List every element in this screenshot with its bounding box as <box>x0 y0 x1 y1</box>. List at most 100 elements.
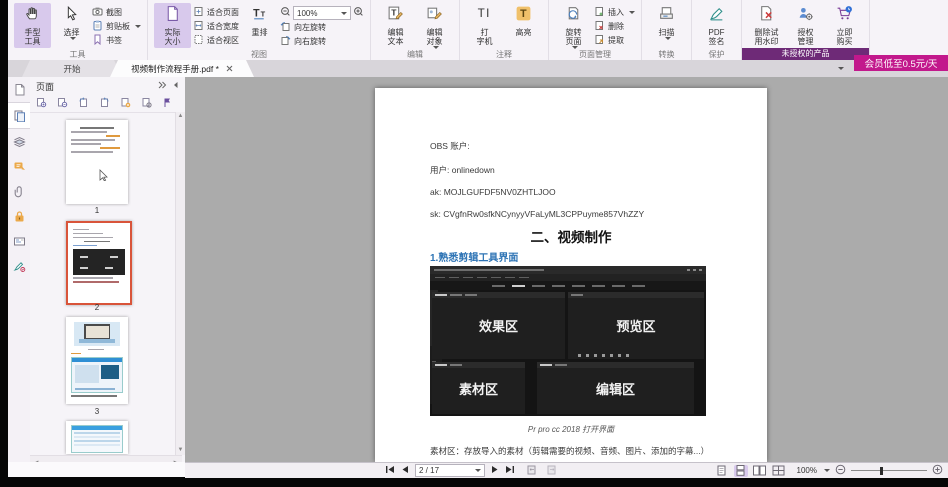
security-panel-icon[interactable] <box>8 204 30 229</box>
page-settings-icon[interactable] <box>141 95 152 113</box>
rotate-page-left-icon[interactable] <box>78 95 89 113</box>
pdf-sign-button[interactable]: PDF 签名 <box>698 3 735 48</box>
rotate-right-icon <box>280 35 291 48</box>
edit-object-button[interactable]: 编辑 对象 <box>416 3 453 49</box>
tab-home[interactable]: 开始 <box>22 60 122 77</box>
close-tab-icon[interactable] <box>226 64 233 74</box>
next-page-icon[interactable] <box>491 465 499 476</box>
svg-text:I: I <box>486 7 489 20</box>
continuous-view-icon[interactable] <box>733 464 748 477</box>
previous-view-icon[interactable] <box>527 465 539 477</box>
collapse-panel-icon[interactable] <box>172 81 179 91</box>
thumbnails-vertical-scrollbar[interactable]: ▲ ▼ <box>175 112 185 455</box>
embedded-screenshot-figure: 效果区 预览区 素材区 编辑区 <box>430 266 706 416</box>
layers-panel-icon[interactable] <box>8 129 30 154</box>
chevron-down-icon <box>664 37 671 40</box>
figure-editing-panel: 编辑区 <box>537 362 694 414</box>
scroll-up-icon[interactable]: ▲ <box>177 113 184 120</box>
document-canvas[interactable]: OBS 账户: 用户: onlinedown ak: MOJLGUFDF5NV0… <box>185 77 948 462</box>
insert-page-panel-icon[interactable] <box>120 95 131 113</box>
license-management-button[interactable]: 授权 管理 <box>787 3 824 48</box>
mark-pages-icon[interactable] <box>162 95 173 113</box>
shopping-cart-icon <box>836 5 853 27</box>
zoom-slider[interactable] <box>851 465 927 477</box>
page-number-input[interactable]: 2 / 17 <box>415 464 485 477</box>
facing-continuous-view-icon[interactable] <box>772 465 786 477</box>
ribbon-group-edit: T 编辑 文本 编辑 对象 编辑 <box>371 0 460 60</box>
thumbnail-page-2-selected[interactable] <box>66 221 132 305</box>
reflow-button[interactable]: TT 重排 <box>241 3 278 48</box>
rotate-left-icon <box>280 21 291 34</box>
rotate-pages-button[interactable]: 旋转 页面 <box>555 3 592 49</box>
zoom-in-circle-icon[interactable] <box>932 464 943 477</box>
buy-now-button[interactable]: 立即 购买 <box>826 3 863 48</box>
thumbnail-page-3[interactable] <box>66 317 128 404</box>
clipboard-button[interactable]: 剪贴板 <box>92 20 141 33</box>
edit-text-button[interactable]: T 编辑 文本 <box>377 3 414 48</box>
remove-watermark-icon <box>758 5 775 27</box>
snapshot-button[interactable]: 截图 <box>92 6 141 19</box>
rotate-page-right-icon[interactable] <box>99 95 110 113</box>
chevron-down-icon <box>629 11 635 14</box>
doc-line-sk: sk: CVgfnRw0sfkNCynyyVFaLyML3CPPuyme857V… <box>430 209 645 219</box>
ribbon-group-tools: 手型 工具 选择 截图 剪贴板 书签 工具 <box>8 0 148 60</box>
bookmark-button[interactable]: 书签 <box>92 34 141 47</box>
next-view-icon[interactable] <box>545 465 557 477</box>
extract-page-button[interactable]: 提取 <box>594 34 635 47</box>
fit-visible-button[interactable]: 适合视区 <box>193 34 239 47</box>
bookmarks-panel-icon[interactable] <box>8 77 30 102</box>
fields-panel-icon[interactable] <box>8 229 30 254</box>
zoom-in-icon[interactable] <box>353 4 364 22</box>
single-page-view-icon[interactable] <box>715 465 729 477</box>
page-small-buttons: 插入 删除 提取 <box>594 3 635 48</box>
enlarge-thumbnails-icon[interactable] <box>36 95 47 113</box>
last-page-icon[interactable] <box>505 465 515 476</box>
rotate-right-button[interactable]: 向右旋转 <box>280 35 364 48</box>
delete-page-icon <box>594 20 605 33</box>
select-tool-button[interactable]: 选择 <box>53 3 90 48</box>
edit-object-icon <box>426 5 443 27</box>
pages-panel-toolbar <box>30 95 185 113</box>
hand-tool-button[interactable]: 手型 工具 <box>14 3 51 48</box>
comments-panel-icon[interactable] <box>8 154 30 179</box>
insert-page-icon <box>594 6 605 19</box>
scroll-down-icon[interactable]: ▼ <box>177 447 184 454</box>
fit-page-button[interactable]: 适合页面 <box>193 6 239 19</box>
tab-document[interactable]: 视频制作流程手册.pdf * <box>110 60 254 77</box>
chevron-down-icon <box>135 25 141 28</box>
group-label-unlicensed: 未授权的产品 <box>742 48 869 60</box>
previous-page-icon[interactable] <box>401 465 409 476</box>
thumbnail-page-4[interactable] <box>66 421 128 454</box>
insert-page-button[interactable]: 插入 <box>594 6 635 19</box>
rotate-left-button[interactable]: 向左旋转 <box>280 21 364 34</box>
rotate-pages-icon <box>565 5 582 27</box>
zoom-out-circle-icon[interactable] <box>835 464 846 477</box>
highlight-button[interactable]: T 高亮 <box>505 3 542 48</box>
thumbnail-page-1[interactable] <box>66 120 128 204</box>
remove-watermark-button[interactable]: 删除试 用水印 <box>748 3 785 48</box>
attachments-panel-icon[interactable] <box>8 179 30 204</box>
reduce-thumbnails-icon[interactable] <box>57 95 68 113</box>
zoom-out-icon[interactable] <box>280 4 291 22</box>
zoom-rotate-controls: 100% 向左旋转 向右旋转 <box>280 3 364 48</box>
actual-size-button[interactable]: 实际 大小 <box>154 3 191 48</box>
scan-button[interactable]: 扫描 <box>648 3 685 48</box>
membership-promo-badge[interactable]: 会员低至0.5元/天 <box>854 55 948 71</box>
page-navigation: 2 / 17 <box>385 464 557 477</box>
tab-list-dropdown-icon[interactable] <box>838 67 844 70</box>
delete-page-button[interactable]: 删除 <box>594 20 635 33</box>
zoom-level-input[interactable]: 100% <box>293 6 351 20</box>
user-gear-icon <box>797 5 814 27</box>
first-page-icon[interactable] <box>385 465 395 476</box>
pdf-page: OBS 账户: 用户: onlinedown ak: MOJLGUFDF5NV0… <box>375 88 767 462</box>
digital-signatures-panel-icon[interactable] <box>8 254 30 279</box>
pages-panel-title: 页面 <box>36 81 55 92</box>
fit-width-button[interactable]: 适合宽度 <box>193 20 239 33</box>
pages-panel-icon[interactable] <box>8 102 30 129</box>
zoom-slider-handle[interactable] <box>879 466 883 475</box>
chevron-down-icon <box>824 469 830 472</box>
pages-panel: 页面 1 2 3 ▲ ▼ <box>30 77 186 477</box>
facing-view-icon[interactable] <box>753 465 767 477</box>
typewriter-button[interactable]: TI 打 字机 <box>466 3 503 48</box>
expand-panel-icon[interactable] <box>158 81 167 91</box>
